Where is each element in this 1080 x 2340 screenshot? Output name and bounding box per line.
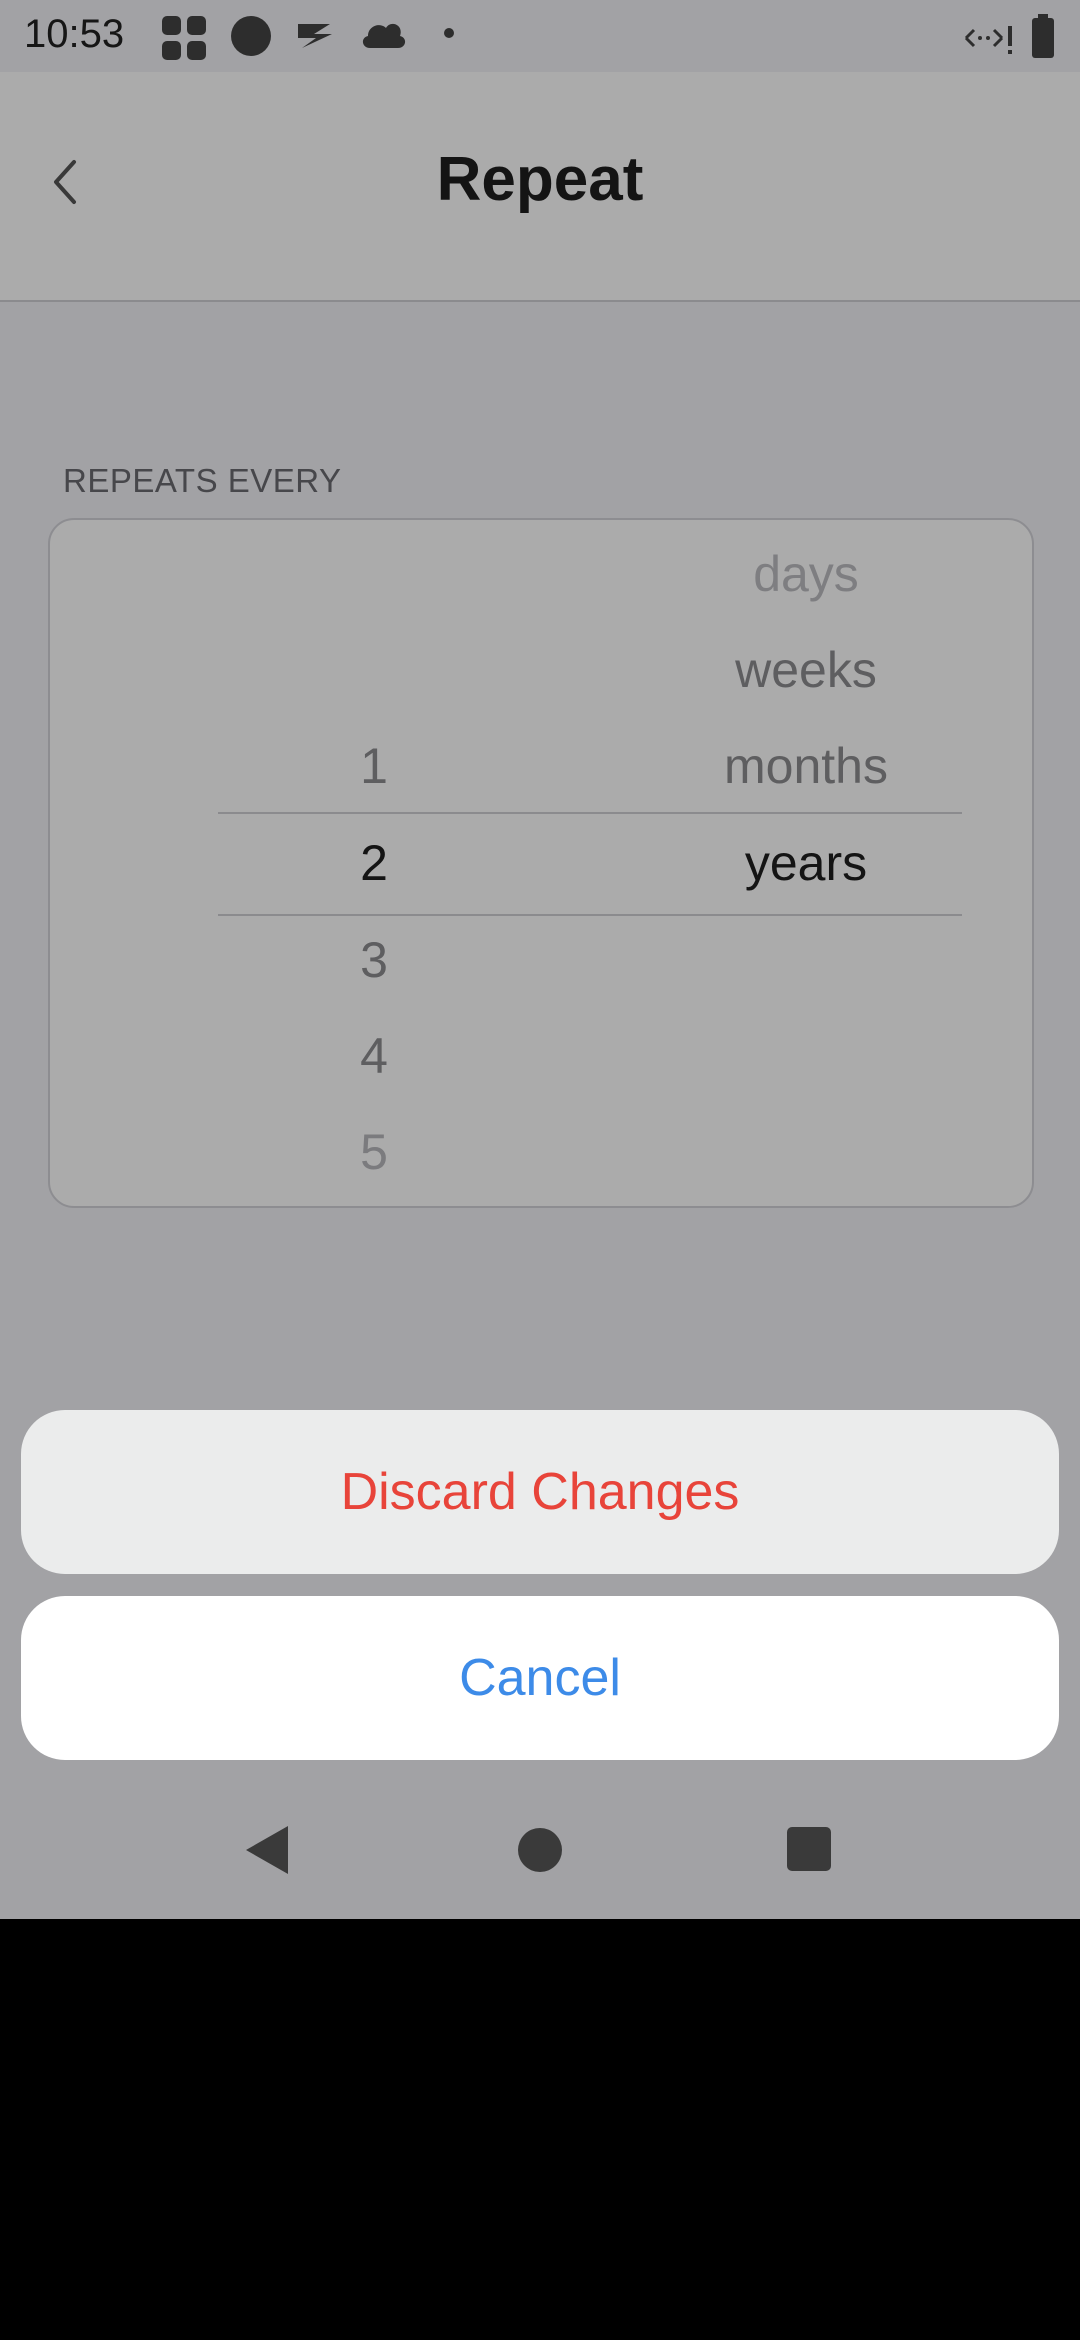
- cancel-button[interactable]: Cancel: [21, 1596, 1059, 1760]
- back-triangle-icon[interactable]: [242, 1822, 292, 1883]
- system-nav-bar: [0, 1780, 1080, 1919]
- screen-bottom-black-area: [0, 1919, 1080, 2340]
- app-screen: 10:53 Repeat REPEATS EVERY 1 2 3 4 5 day…: [0, 0, 1080, 1919]
- discard-changes-button[interactable]: Discard Changes: [21, 1410, 1059, 1574]
- recents-square-icon[interactable]: [784, 1822, 834, 1883]
- home-circle-icon[interactable]: [516, 1822, 564, 1883]
